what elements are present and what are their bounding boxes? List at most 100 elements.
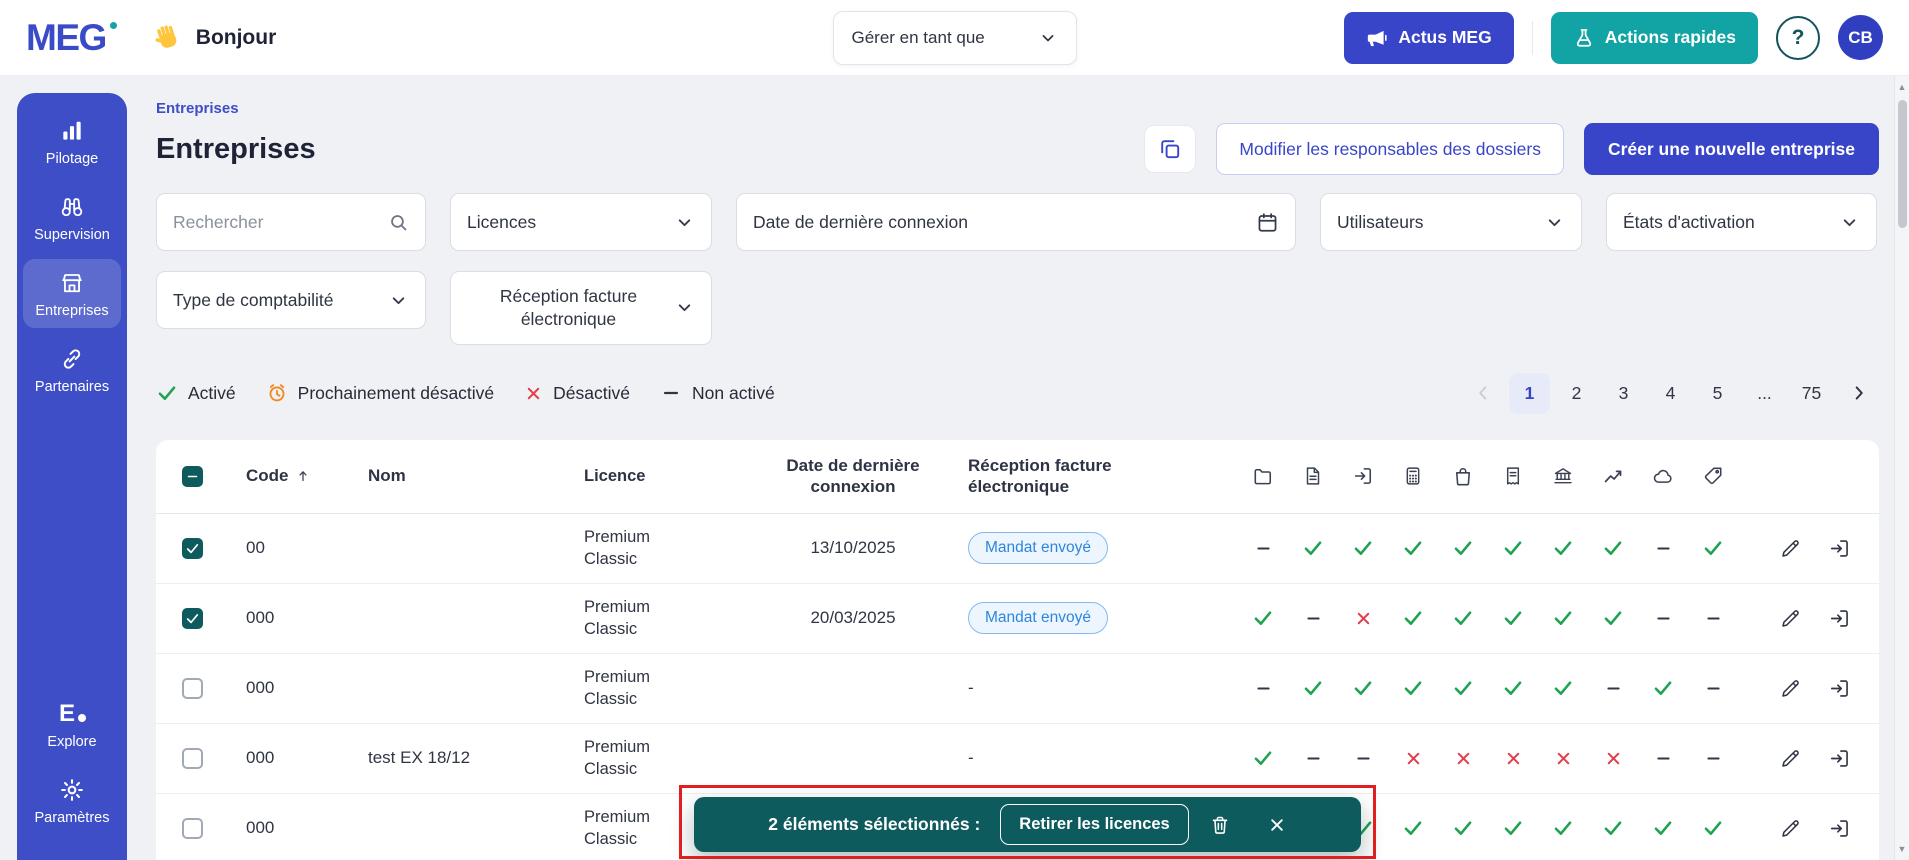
remove-licences-button[interactable]: Retirer les licences (1000, 804, 1189, 845)
copy-icon (1158, 137, 1182, 161)
legend-label: Non activé (692, 382, 775, 403)
reception-text: - (968, 748, 974, 767)
row-checkbox[interactable] (181, 817, 203, 839)
edit-icon[interactable] (1779, 607, 1802, 630)
pagination-next[interactable] (1838, 373, 1879, 414)
column-code[interactable]: Code (228, 465, 358, 486)
sidebar-item-partenaires[interactable]: Partenaires (23, 335, 121, 404)
users-filter[interactable]: Utilisateurs (1320, 193, 1582, 251)
status-cross-icon (1588, 749, 1638, 768)
receipt-icon (1502, 465, 1524, 487)
open-icon[interactable] (1828, 677, 1851, 700)
status-check-icon (1338, 677, 1388, 699)
quick-actions-button[interactable]: Actions rapides (1550, 11, 1758, 64)
status-cross-icon (1388, 749, 1438, 768)
status-check-icon (1488, 677, 1538, 699)
scroll-down-arrow[interactable]: ▼ (1895, 844, 1909, 854)
row-checkbox[interactable] (181, 607, 203, 629)
pagination-page-2[interactable]: 2 (1556, 373, 1597, 414)
manage-as-dropdown[interactable]: Gérer en tant que (832, 11, 1077, 65)
scrollbar-thumb[interactable] (1897, 100, 1907, 228)
cell-licence: Premium Classic (584, 597, 651, 638)
edit-icon[interactable] (1779, 747, 1802, 770)
last-connection-filter[interactable]: Date de dernière connexion (736, 193, 1296, 251)
row-checkbox[interactable] (181, 747, 203, 769)
accounting-type-filter[interactable]: Type de comptabilité (156, 271, 426, 329)
pagination-page-4[interactable]: 4 (1650, 373, 1691, 414)
status-legend: Activé Prochainement désactivé Désactivé… (156, 382, 775, 404)
explore-icon: E (59, 701, 87, 727)
greeting: Bonjour (152, 22, 276, 54)
open-icon[interactable] (1828, 747, 1851, 770)
create-company-button[interactable]: Créer une nouvelle entreprise (1583, 123, 1879, 175)
breadcrumb[interactable]: Entreprises (156, 100, 239, 117)
status-check-icon (1388, 607, 1438, 629)
einvoice-filter[interactable]: Réception facture électronique (450, 271, 712, 345)
row-actions (1738, 747, 1879, 770)
open-icon[interactable] (1828, 607, 1851, 630)
sidebar-item-label: Partenaires (34, 379, 110, 395)
column-receipt (1488, 465, 1538, 487)
export-button[interactable] (1144, 125, 1197, 173)
meg-logo[interactable]: MEG (26, 17, 117, 59)
licences-filter[interactable]: Licences (450, 193, 712, 251)
search-input[interactable] (173, 211, 373, 233)
sidebar-item-label: Pilotage (45, 151, 99, 167)
selection-toolbar: 2 éléments sélectionnés : Retirer les li… (694, 797, 1361, 852)
status-check-icon (1388, 817, 1438, 839)
modify-managers-button[interactable]: Modifier les responsables des dossiers (1216, 123, 1564, 175)
column-bag (1438, 465, 1488, 487)
sort-asc-icon[interactable] (295, 468, 311, 484)
status-check-icon (1388, 537, 1438, 559)
cell-reception: - (958, 678, 1238, 698)
pagination-page-5[interactable]: 5 (1697, 373, 1738, 414)
pagination-prev[interactable] (1462, 373, 1503, 414)
avatar[interactable]: CB (1838, 15, 1883, 60)
legend-item-clock: Prochainement désactivé (266, 382, 494, 404)
status-dash-icon (1238, 679, 1288, 698)
row-checkbox[interactable] (181, 677, 203, 699)
sidebar-item-entreprises[interactable]: Entreprises (23, 259, 121, 328)
search-box[interactable] (156, 193, 426, 251)
binoculars-icon (59, 194, 85, 220)
folder-icon (1252, 465, 1274, 487)
sidebar-item-supervision[interactable]: Supervision (23, 183, 121, 252)
select-all-checkbox[interactable] (181, 465, 203, 487)
cell-last-connection: 20/03/2025 (810, 608, 896, 627)
status-dash-icon (1688, 679, 1738, 698)
tag-icon (1702, 465, 1724, 487)
table-row: 000 test EX 18/12 Premium Classic - (156, 724, 1879, 794)
activation-states-filter[interactable]: États d'activation (1606, 193, 1877, 251)
open-icon[interactable] (1828, 817, 1851, 840)
chevron-down-icon (1038, 28, 1058, 48)
status-check-icon (1388, 677, 1438, 699)
status-check-icon (1438, 537, 1488, 559)
row-checkbox[interactable] (181, 537, 203, 559)
mandat-badge: Mandat envoyé (968, 532, 1108, 564)
row-actions (1738, 677, 1879, 700)
scrollbar[interactable]: ▲ ▼ (1894, 76, 1909, 860)
trash-icon[interactable] (1209, 814, 1231, 836)
help-button[interactable]: ? (1776, 15, 1820, 60)
open-icon[interactable] (1828, 537, 1851, 560)
chevron-down-icon (674, 297, 695, 318)
edit-icon[interactable] (1779, 677, 1802, 700)
status-dash-icon (1638, 609, 1688, 628)
close-icon[interactable] (1267, 815, 1287, 835)
cell-code: 000 (246, 608, 275, 627)
status-cross-icon (1538, 749, 1588, 768)
sidebar-item-parametres[interactable]: Paramètres (23, 766, 121, 835)
legend-label: Désactivé (553, 382, 630, 403)
column-reception: Réception facture électronique (968, 455, 1112, 496)
sidebar-item-explore[interactable]: E Explore (23, 690, 121, 759)
pagination-page-75[interactable]: 75 (1791, 373, 1832, 414)
cell-nom: test EX 18/12 (368, 748, 471, 767)
status-check-icon (1338, 537, 1388, 559)
edit-icon[interactable] (1779, 537, 1802, 560)
pagination-page-3[interactable]: 3 (1603, 373, 1644, 414)
actus-meg-button[interactable]: Actus MEG (1344, 11, 1514, 64)
pagination-page-1[interactable]: 1 (1509, 372, 1550, 414)
sidebar-item-pilotage[interactable]: Pilotage (23, 107, 121, 176)
scroll-up-arrow[interactable]: ▲ (1895, 82, 1909, 92)
edit-icon[interactable] (1779, 817, 1802, 840)
